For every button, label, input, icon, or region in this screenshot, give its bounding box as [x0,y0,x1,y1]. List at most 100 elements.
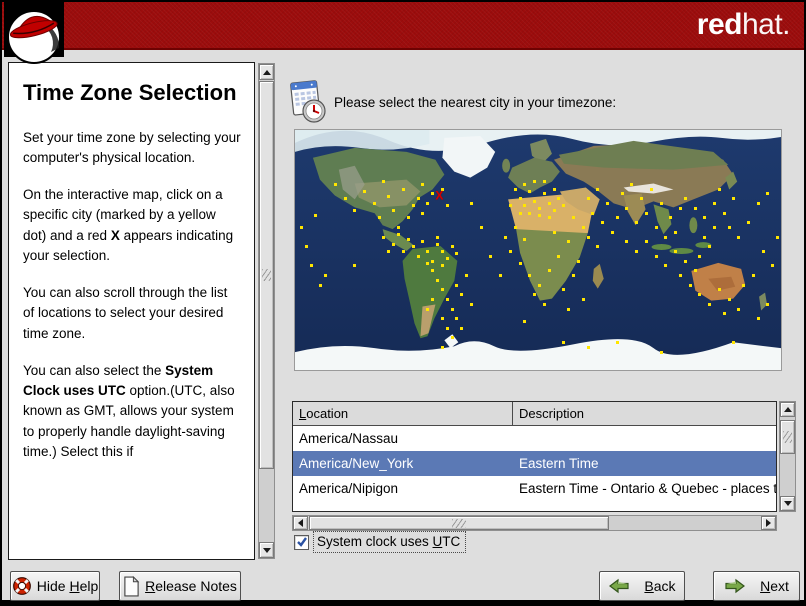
city-dot[interactable] [678,206,682,210]
city-dot[interactable] [416,254,420,258]
scroll-up-button[interactable] [780,402,795,417]
city-dot[interactable] [450,245,454,249]
city-dot[interactable] [606,202,610,205]
city-dot[interactable] [712,202,716,205]
city-dot[interactable] [572,274,576,277]
city-dot[interactable] [440,264,444,268]
city-dot[interactable] [489,254,493,258]
city-dot[interactable] [426,202,430,205]
city-dot[interactable] [615,341,619,345]
city-dot[interactable] [508,204,512,208]
city-dot[interactable] [776,235,780,239]
city-dot[interactable] [567,240,571,244]
city-dot[interactable] [397,233,401,237]
city-dot[interactable] [547,202,551,205]
city-dot[interactable] [562,288,566,292]
city-dot[interactable] [523,238,527,241]
city-dot[interactable] [499,274,503,277]
city-dot[interactable] [469,302,473,306]
city-dot[interactable] [761,250,765,253]
city-dot[interactable] [557,254,561,258]
city-dot[interactable] [674,250,678,253]
city-dot[interactable] [431,298,435,301]
city-dot[interactable] [523,204,527,208]
city-dot[interactable] [722,211,726,215]
city-dot[interactable] [304,245,308,249]
city-dot[interactable] [445,326,449,330]
city-dot[interactable] [518,262,522,265]
city-dot[interactable] [343,197,347,201]
hide-help-button[interactable]: Hide Help [10,571,100,601]
city-dot[interactable] [644,211,648,215]
city-dot[interactable] [435,235,439,239]
city-dot[interactable] [460,326,464,330]
city-dot[interactable] [693,269,697,273]
city-dot[interactable] [455,283,459,287]
city-dot[interactable] [469,202,473,205]
scrollbar-thumb[interactable] [780,420,795,454]
city-dot[interactable] [727,226,731,229]
city-dot[interactable] [596,187,600,191]
city-dot[interactable] [324,274,328,277]
world-map[interactable]: X [294,129,782,371]
help-scrollbar[interactable] [258,63,275,559]
city-dot[interactable] [528,274,532,277]
city-dot[interactable] [533,293,537,297]
utc-checkbox[interactable] [294,534,309,550]
city-dot[interactable] [727,298,731,301]
city-dot[interactable] [620,192,624,196]
city-dot[interactable] [450,336,454,340]
city-dot[interactable] [562,204,566,208]
table-row[interactable]: America/Nassau [293,426,776,451]
utc-checkbox-label[interactable]: System clock uses UTC [313,531,467,553]
city-dot[interactable] [547,216,551,220]
city-dot[interactable] [450,307,454,311]
city-dot[interactable] [421,240,425,244]
table-horizontal-scrollbar[interactable] [292,515,777,531]
city-dot[interactable] [406,216,410,220]
city-dot[interactable] [513,226,517,229]
city-dot[interactable] [576,259,580,263]
city-dot[interactable] [615,216,619,220]
column-header-location[interactable]: Location [293,402,513,425]
city-dot[interactable] [426,250,430,253]
city-dot[interactable] [319,283,323,287]
cell-description[interactable] [513,426,776,451]
city-dot[interactable] [377,216,381,220]
city-dot[interactable] [596,245,600,249]
city-dot[interactable] [722,312,726,316]
city-dot[interactable] [766,302,770,306]
city-dot[interactable] [538,283,541,287]
city-dot[interactable] [363,190,367,193]
city-dot[interactable] [601,221,605,225]
city-dot[interactable] [737,235,741,239]
next-button[interactable]: Next [713,571,800,601]
city-dot[interactable] [397,226,401,229]
city-dot[interactable] [333,182,337,186]
city-dot[interactable] [610,230,614,234]
city-dot[interactable] [654,226,658,229]
city-dot[interactable] [698,293,702,297]
city-dot[interactable] [387,250,391,253]
release-notes-button[interactable]: Release Notes [119,571,241,601]
city-dot[interactable] [411,245,415,249]
city-dot[interactable] [401,250,405,253]
city-dot[interactable] [513,187,517,191]
city-dot[interactable] [455,317,459,321]
city-dot[interactable] [533,180,537,184]
city-dot[interactable] [440,250,444,253]
column-header-description[interactable]: Description [513,402,776,425]
city-dot[interactable] [766,192,770,196]
city-dot[interactable] [314,214,318,217]
city-dot[interactable] [528,190,532,193]
city-dot[interactable] [455,252,459,256]
city-dot[interactable] [698,254,702,258]
city-dot[interactable] [649,187,653,191]
city-dot[interactable] [756,202,760,205]
city-dot[interactable] [678,274,682,277]
city-dot[interactable] [426,307,430,311]
back-button[interactable]: Back [599,571,685,601]
city-dot[interactable] [382,235,386,239]
city-dot[interactable] [751,274,755,277]
table-vertical-scrollbar[interactable] [779,401,796,512]
